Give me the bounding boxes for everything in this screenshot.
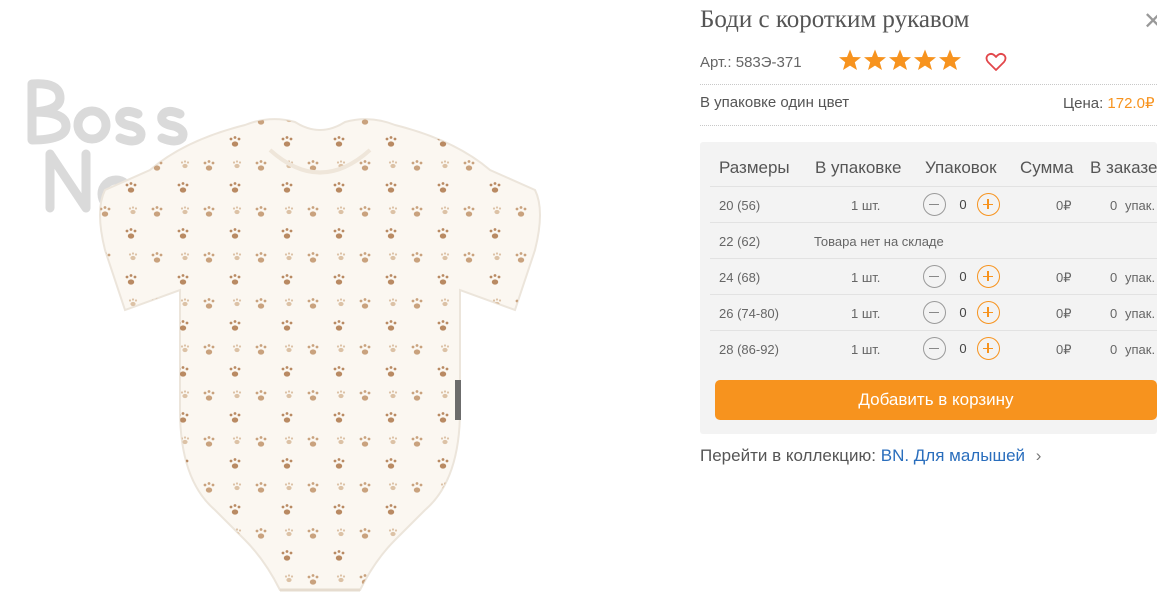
product-article: Арт.: 583Э-371 [700, 54, 802, 71]
minus-icon[interactable] [923, 337, 946, 360]
table-row: 26 (74-80) 1 шт. 0 0₽ 0 упак. [710, 294, 1157, 330]
qty-input[interactable]: 0 [954, 341, 972, 356]
row-order: 0 [1110, 198, 1118, 213]
header-in-order: В заказе [1090, 158, 1157, 177]
row-order: 0 [1110, 306, 1118, 321]
collection-label: Перейти в коллекцию: [700, 446, 876, 465]
collection-link-line: Перейти в коллекцию: BN. Для малышей › [700, 446, 1041, 466]
minus-icon[interactable] [923, 193, 946, 216]
row-order-unit: упак. [1125, 342, 1156, 357]
out-of-stock-text: Товара нет на складе [814, 234, 944, 249]
star-icon[interactable] [838, 48, 862, 72]
chevron-right-icon[interactable]: › [1036, 446, 1042, 465]
row-sum: 0₽ [1056, 342, 1072, 357]
star-icon[interactable] [888, 48, 912, 72]
close-icon[interactable]: ✕ [1143, 8, 1157, 36]
row-pack: 1 шт. [851, 270, 881, 285]
color-note: В упаковке один цвет [700, 94, 850, 111]
row-order-unit: упак. [1125, 198, 1156, 213]
header-sum: Сумма [1020, 158, 1074, 177]
product-title: Боди с коротким рукавом [700, 6, 970, 33]
row-size: 28 (86-92) [719, 342, 779, 357]
header-packs: Упаковок [925, 158, 997, 177]
qty-input[interactable]: 0 [954, 269, 972, 284]
row-pack: 1 шт. [851, 198, 881, 213]
qty-input[interactable]: 0 [954, 197, 972, 212]
plus-icon[interactable] [977, 337, 1000, 360]
star-icon[interactable] [863, 48, 887, 72]
price-label: Цена: [1063, 95, 1104, 112]
row-sum: 0₽ [1056, 270, 1072, 285]
row-order: 0 [1110, 342, 1118, 357]
price-value: 172.0₽ [1107, 95, 1155, 112]
heart-icon[interactable] [985, 52, 1007, 72]
star-icon[interactable] [938, 48, 962, 72]
add-to-cart-button[interactable]: Добавить в корзину [715, 380, 1157, 420]
rating-stars[interactable] [838, 48, 962, 72]
row-size: 22 (62) [719, 234, 761, 249]
order-table: Размеры В упаковке Упаковок Сумма В зака… [700, 142, 1157, 434]
divider [700, 84, 1157, 85]
row-order-unit: упак. [1125, 270, 1156, 285]
star-icon[interactable] [913, 48, 937, 72]
row-size: 24 (68) [719, 270, 761, 285]
plus-icon[interactable] [977, 301, 1000, 324]
header-sizes: Размеры [719, 158, 790, 177]
minus-icon[interactable] [923, 301, 946, 324]
row-pack: 1 шт. [851, 306, 881, 321]
row-sum: 0₽ [1056, 198, 1072, 213]
row-sum: 0₽ [1056, 306, 1072, 321]
bodysuit-photo [99, 118, 541, 592]
row-order: 0 [1110, 270, 1118, 285]
row-pack: 1 шт. [851, 342, 881, 357]
table-row: 24 (68) 1 шт. 0 0₽ 0 упак. [710, 258, 1157, 294]
product-image-area [0, 0, 690, 616]
minus-icon[interactable] [923, 265, 946, 288]
plus-icon[interactable] [977, 265, 1000, 288]
row-size: 26 (74-80) [719, 306, 779, 321]
price: Цена: 172.0₽ [1063, 94, 1155, 112]
table-row: 28 (86-92) 1 шт. 0 0₽ 0 упак. [710, 330, 1157, 366]
table-header: Размеры В упаковке Упаковок Сумма В зака… [700, 158, 1157, 182]
table-row: 22 (62) Товара нет на складе [710, 222, 1157, 258]
table-row: 20 (56) 1 шт. 0 0₽ 0 упак. [710, 186, 1157, 222]
header-in-pack: В упаковке [815, 158, 902, 177]
plus-icon[interactable] [977, 193, 1000, 216]
row-order-unit: упак. [1125, 306, 1156, 321]
row-size: 20 (56) [719, 198, 761, 213]
divider [700, 125, 1157, 126]
collection-link[interactable]: BN. Для малышей [881, 446, 1025, 465]
qty-input[interactable]: 0 [954, 305, 972, 320]
